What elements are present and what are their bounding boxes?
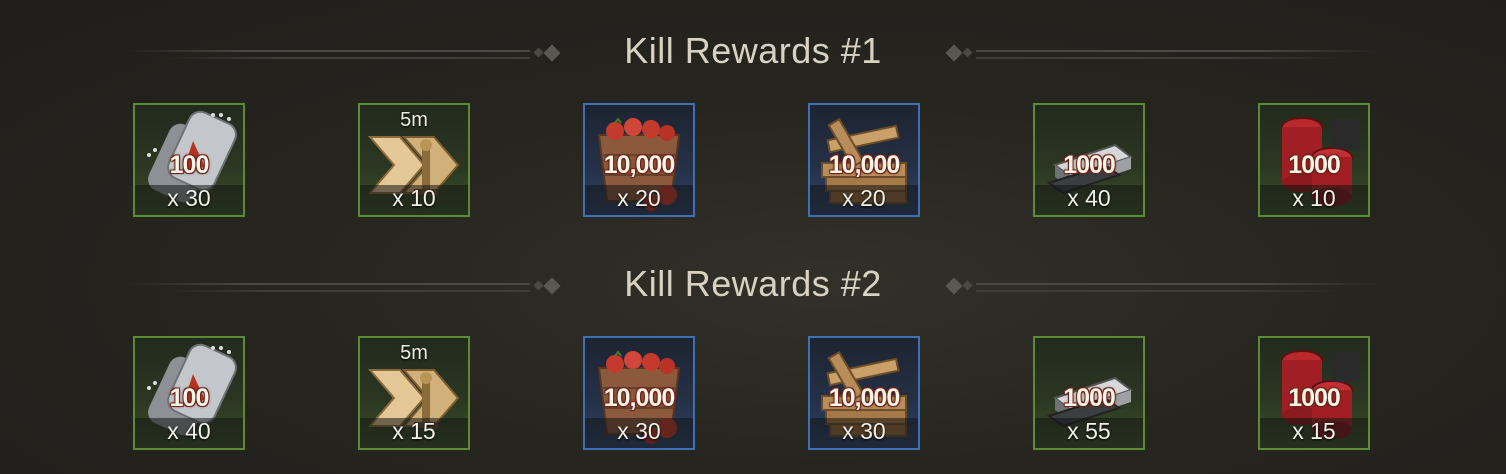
section-header: Kill Rewards #1 bbox=[0, 28, 1506, 78]
item-quantity: x 55 bbox=[1067, 418, 1111, 444]
reward-item-food[interactable]: 10,000 x 20 bbox=[583, 103, 695, 217]
item-amount: 10,000 bbox=[603, 384, 675, 412]
item-quantity: x 30 bbox=[167, 185, 211, 211]
reward-item-wood[interactable]: 10,000 x 20 bbox=[808, 103, 920, 217]
item-quantity: x 15 bbox=[392, 418, 436, 444]
reward-item-food[interactable]: 10,000 x 30 bbox=[583, 336, 695, 450]
item-amount: 1000 bbox=[1063, 384, 1116, 412]
item-quantity: x 10 bbox=[392, 185, 436, 211]
reward-items-row: 100 x 30 5m x 10 10,000 x 20 10,000 x 20… bbox=[0, 103, 1506, 228]
item-amount: 100 bbox=[169, 151, 210, 179]
item-quantity: x 30 bbox=[842, 418, 886, 444]
item-amount: 1000 bbox=[1063, 151, 1116, 179]
item-quantity: x 15 bbox=[1292, 418, 1336, 444]
header-ornament-right bbox=[945, 276, 1381, 298]
item-quantity: x 10 bbox=[1292, 185, 1336, 211]
reward-item-speedup[interactable]: 5m x 10 bbox=[358, 103, 470, 217]
reward-item-steel[interactable]: 1000 x 55 bbox=[1033, 336, 1145, 450]
header-ornament-right bbox=[945, 43, 1381, 65]
reward-item-chips[interactable]: 1000 x 15 bbox=[1258, 336, 1370, 450]
item-amount: 100 bbox=[169, 384, 210, 412]
item-amount: 10,000 bbox=[603, 151, 675, 179]
item-amount: 1000 bbox=[1288, 151, 1341, 179]
item-timer: 5m bbox=[400, 342, 428, 364]
item-quantity: x 40 bbox=[167, 418, 211, 444]
reward-item-chips[interactable]: 1000 x 10 bbox=[1258, 103, 1370, 217]
reward-item-dog-tag[interactable]: 100 x 30 bbox=[133, 103, 245, 217]
item-amount: 1000 bbox=[1288, 384, 1341, 412]
item-timer: 5m bbox=[400, 109, 428, 131]
reward-items-row: 100 x 40 5m x 15 10,000 x 30 10,000 x 30… bbox=[0, 336, 1506, 461]
item-quantity: x 20 bbox=[617, 185, 661, 211]
reward-item-dog-tag[interactable]: 100 x 40 bbox=[133, 336, 245, 450]
item-amount: 10,000 bbox=[828, 384, 900, 412]
kill-rewards-section-1: Kill Rewards #1 100 x 30 5m x 10 10,000 … bbox=[0, 28, 1506, 228]
reward-item-wood[interactable]: 10,000 x 30 bbox=[808, 336, 920, 450]
reward-item-speedup[interactable]: 5m x 15 bbox=[358, 336, 470, 450]
section-header: Kill Rewards #2 bbox=[0, 261, 1506, 311]
item-quantity: x 20 bbox=[842, 185, 886, 211]
reward-item-steel[interactable]: 1000 x 40 bbox=[1033, 103, 1145, 217]
kill-rewards-section-2: Kill Rewards #2 100 x 40 5m x 15 10,000 … bbox=[0, 261, 1506, 461]
item-quantity: x 30 bbox=[617, 418, 661, 444]
item-amount: 10,000 bbox=[828, 151, 900, 179]
item-quantity: x 40 bbox=[1067, 185, 1111, 211]
